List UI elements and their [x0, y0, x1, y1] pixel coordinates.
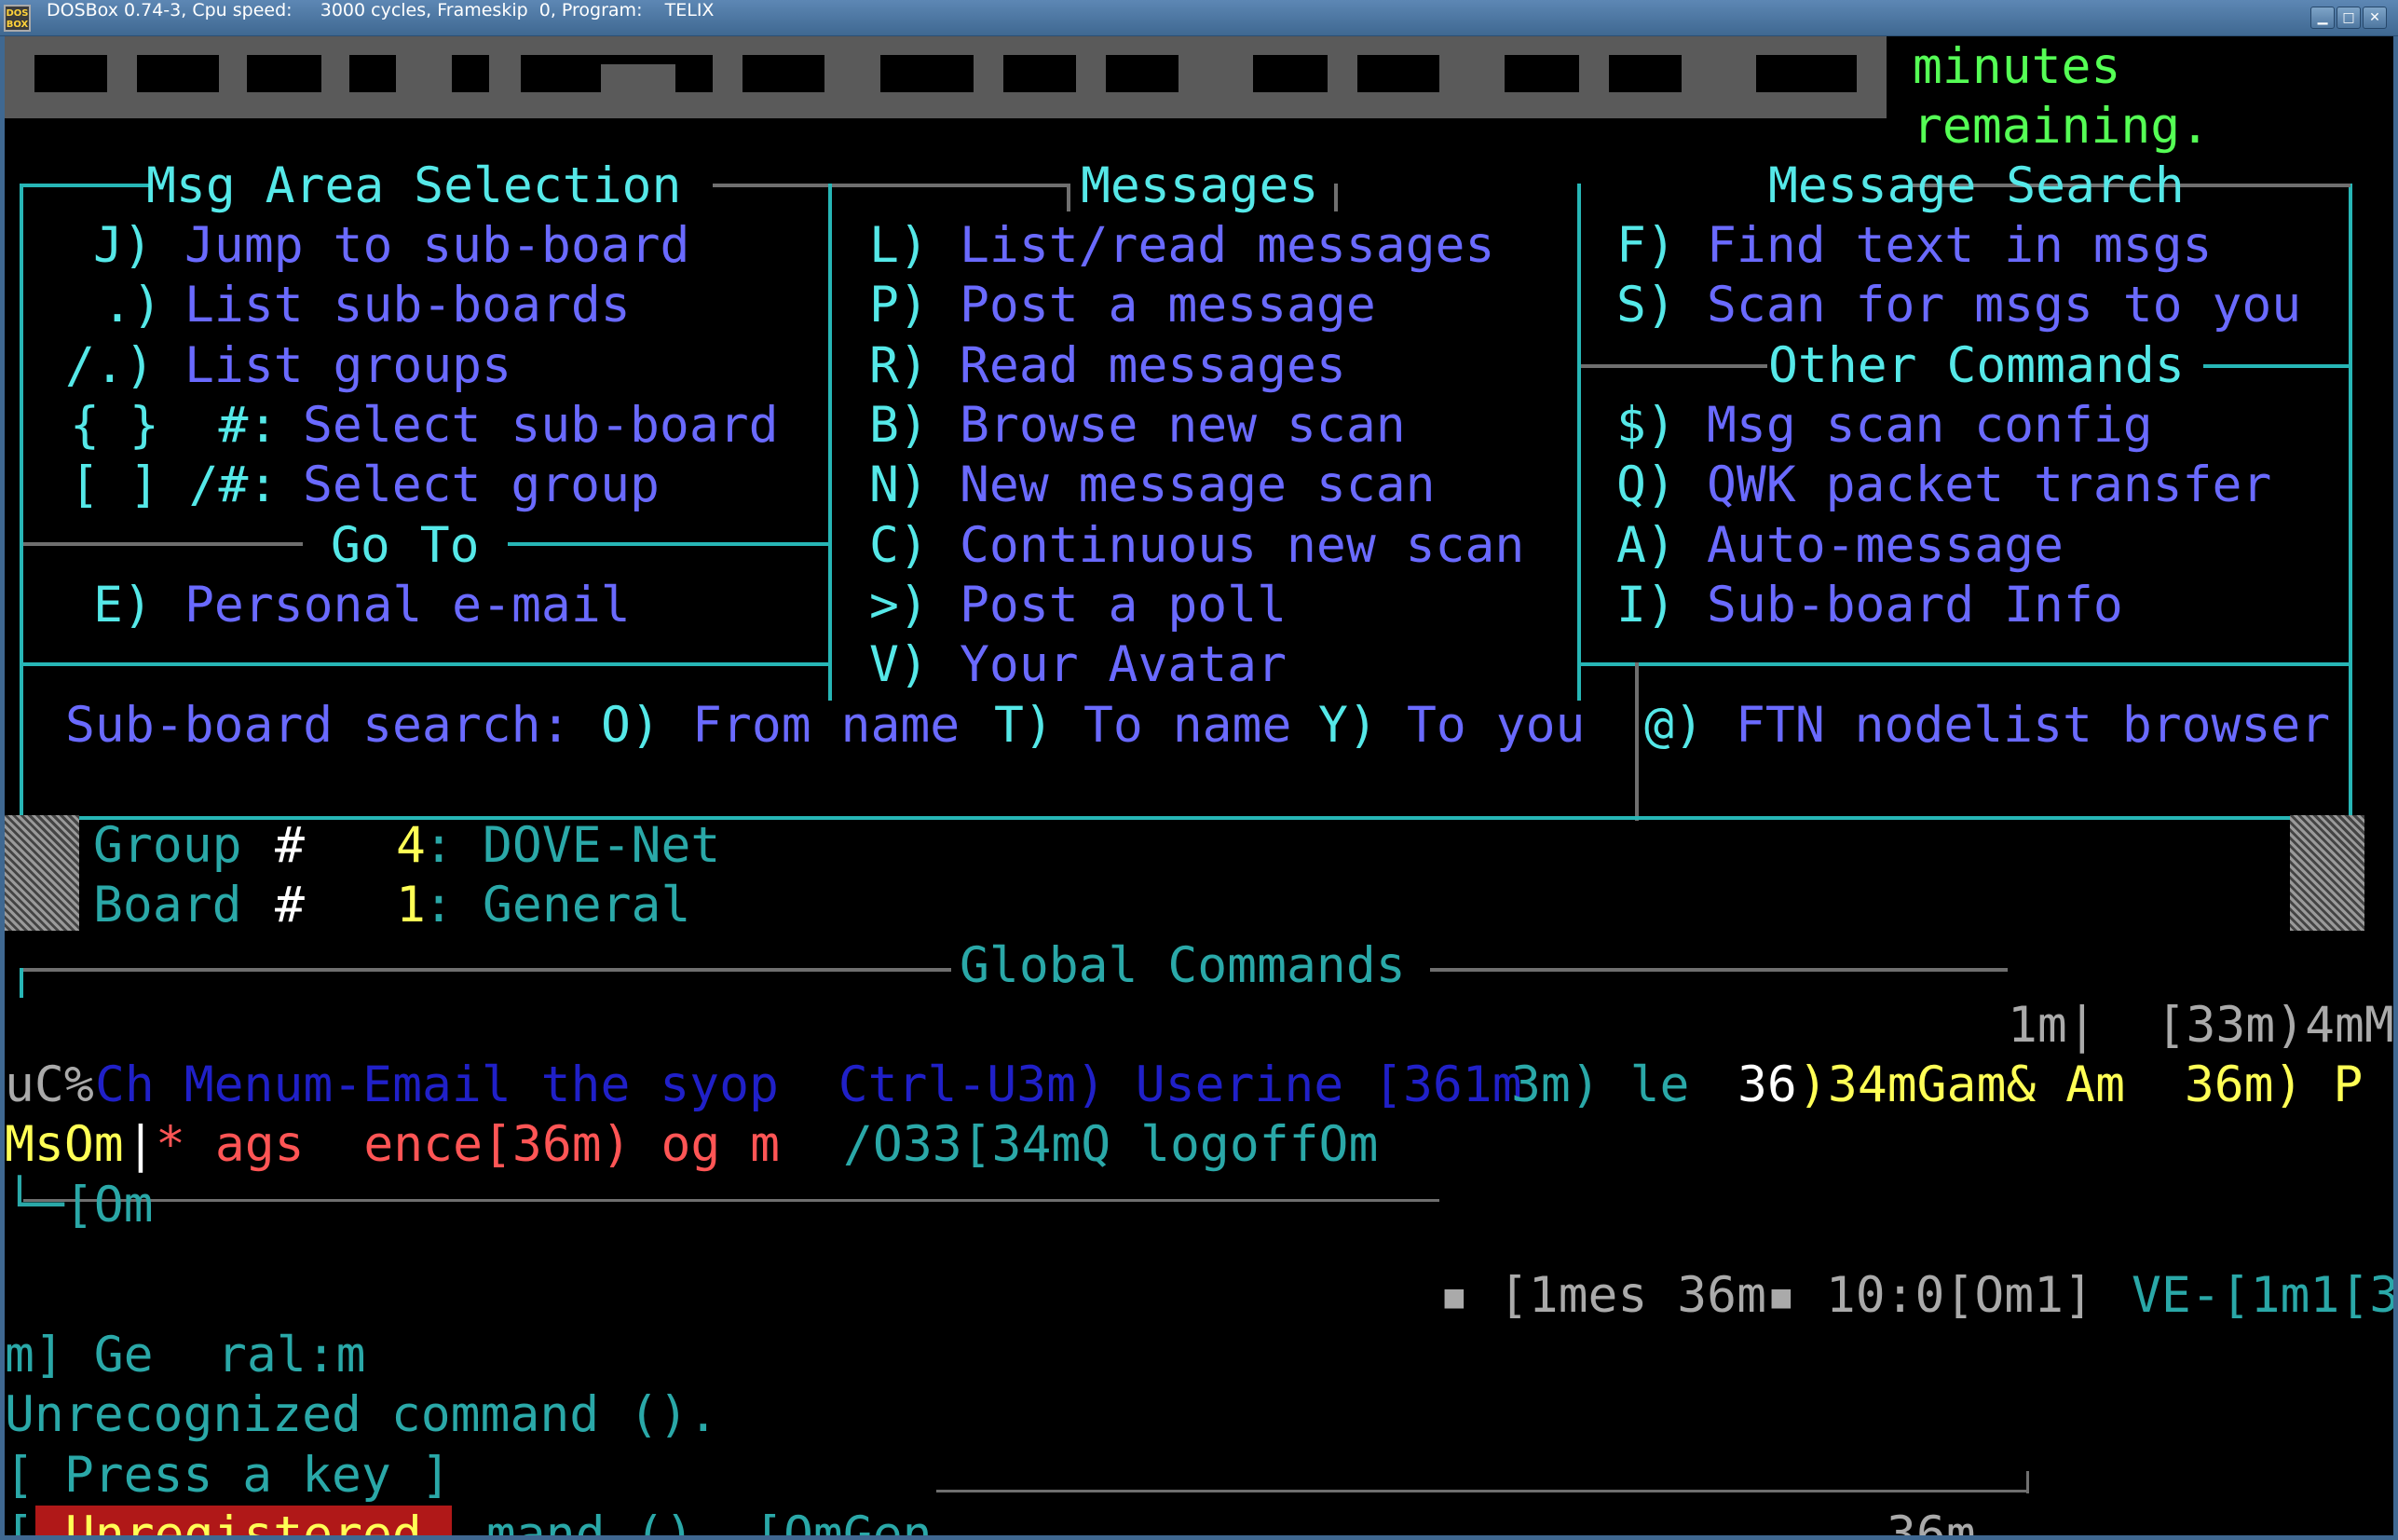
menu-key-select-sub-board[interactable]: { } #:: [70, 396, 278, 456]
menu-item-continuous-new-scan[interactable]: Continuous new scan: [960, 516, 1524, 576]
garbled-line-2e: )34mGam& Am 36m) P: [1798, 1056, 2364, 1113]
menu-item-ftn-nodelist-browser[interactable]: FTN nodelist browser: [1736, 696, 2330, 756]
menu-item-to-name[interactable]: To name: [1083, 696, 1291, 756]
garbled-line-3c: * ags ence[36m) og m: [156, 1116, 810, 1173]
press-a-key-prompt[interactable]: [ Press a key ]: [5, 1446, 451, 1506]
menu-key-sub-board-info[interactable]: I): [1616, 576, 1676, 635]
bottom-line-text: mand (). [OmGen: [456, 1506, 933, 1535]
menu-key-select-group[interactable]: [ ] /#:: [70, 456, 278, 515]
menu-key-qwk[interactable]: Q): [1616, 456, 1676, 515]
board-colon: :: [424, 877, 454, 934]
menu-item-scan-for-msgs[interactable]: Scan for msgs to you: [1707, 276, 2301, 335]
terminal-screen[interactable]: minutes remaining. Msg Area Selection J)…: [5, 36, 2393, 1535]
minutes-text: minutes: [1913, 38, 2121, 95]
garbled-line-5a: ▪ [1mes 36m▪ 10:0[Om1]: [1439, 1267, 2093, 1324]
menu-key-from-name[interactable]: O): [601, 696, 661, 756]
menu-item-read-messages[interactable]: Read messages: [960, 336, 1346, 396]
message-search-title: Message Search: [1768, 157, 2185, 214]
menu-item-new-message-scan[interactable]: New message scan: [960, 456, 1436, 515]
menu-key-new-scan[interactable]: N): [869, 456, 929, 515]
menu-item-to-you[interactable]: To you: [1407, 696, 1585, 756]
menu-key-avatar[interactable]: V): [869, 635, 929, 695]
global-commands-title: Global Commands: [960, 937, 1406, 994]
garbled-line-3d: /O33[34mQ logoffOm: [843, 1116, 1379, 1173]
group-number: 4: [396, 817, 426, 874]
board-hash: #: [275, 877, 305, 934]
board-label: Board: [93, 877, 242, 934]
garbled-line-2c: 3m) le: [1511, 1056, 1720, 1113]
msg-area-title: Msg Area Selection: [146, 157, 682, 214]
menu-key-post[interactable]: P): [869, 276, 929, 335]
sub-board-search-label: Sub-board search:: [65, 697, 571, 754]
menu-item-personal-email[interactable]: Personal e-mail: [184, 576, 631, 635]
menu-item-jump-to-sub-board[interactable]: Jump to sub-board: [184, 216, 689, 276]
group-label: Group: [93, 817, 242, 874]
menu-item-from-name[interactable]: From name: [692, 696, 960, 756]
maximize-button[interactable]: □: [2337, 7, 2361, 29]
menu-item-sub-board-info[interactable]: Sub-board Info: [1707, 576, 2123, 635]
menu-item-select-group[interactable]: Select group: [303, 456, 660, 515]
menu-key-jump[interactable]: J): [93, 216, 153, 276]
menu-item-list-sub-boards[interactable]: List sub-boards: [184, 276, 631, 335]
other-commands-title: Other Commands: [1768, 337, 2185, 394]
board-name: General: [483, 877, 691, 934]
menu-item-auto-message[interactable]: Auto-message: [1707, 516, 2064, 576]
garbled-line-2d: 36: [1737, 1056, 1797, 1113]
menu-key-to-name[interactable]: T): [994, 696, 1054, 756]
menu-key-scan[interactable]: S): [1616, 276, 1676, 335]
menu-item-post-poll[interactable]: Post a poll: [960, 576, 1287, 635]
garbled-line-4: └─[Om: [5, 1177, 154, 1233]
garbled-line-6a: m] Ge: [5, 1327, 154, 1383]
messages-title: Messages: [1081, 157, 1319, 214]
menu-key-browse[interactable]: B): [869, 396, 929, 456]
menu-item-qwk-transfer[interactable]: QWK packet transfer: [1707, 456, 2271, 515]
window-border-right: [2393, 36, 2398, 1540]
menu-key-read[interactable]: R): [869, 336, 929, 396]
menu-key-to-you[interactable]: Y): [1318, 696, 1378, 756]
garbled-line-2b: Ch Menum-Email the syop Ctrl-U3m) Userin…: [95, 1056, 1522, 1113]
unregistered-badge: Unregistered: [35, 1506, 452, 1535]
close-button[interactable]: ✕: [2363, 7, 2387, 29]
menu-key-scan-config[interactable]: $): [1616, 396, 1676, 456]
menu-key-auto-message[interactable]: A): [1616, 516, 1676, 576]
menu-key-find[interactable]: F): [1616, 216, 1676, 276]
garbled-line-3a: MsOm: [5, 1116, 124, 1173]
menu-key-continuous[interactable]: C): [869, 516, 929, 576]
garbled-line-5b: VE-[1m1[36: [2132, 1267, 2393, 1324]
menu-item-select-sub-board[interactable]: Select sub-board: [303, 396, 779, 456]
menu-item-post-message[interactable]: Post a message: [960, 276, 1376, 335]
board-number: 1: [396, 877, 426, 934]
menu-key-poll[interactable]: >): [869, 576, 929, 635]
garbled-line-1: 1m| [33m)4mMn: [2008, 997, 2393, 1054]
group-colon: :: [424, 817, 454, 874]
group-hash: #: [275, 817, 305, 874]
menu-item-find-text[interactable]: Find text in msgs: [1707, 216, 2212, 276]
goto-title: Go To: [331, 517, 480, 574]
unrecognized-command-message: Unrecognized command ().: [5, 1386, 718, 1443]
bottom-line-end: 36m: [1887, 1506, 1976, 1535]
menu-item-your-avatar[interactable]: Your Avatar: [960, 635, 1287, 695]
menu-item-msg-scan-config[interactable]: Msg scan config: [1707, 396, 2153, 456]
bottom-bracket: [: [5, 1506, 34, 1535]
menu-item-list-groups[interactable]: List groups: [184, 336, 511, 396]
menu-key-email[interactable]: E): [93, 576, 153, 635]
menu-key-list-sub-boards[interactable]: .): [102, 276, 162, 335]
window-titlebar[interactable]: DOS BOX DOSBox 0.74-3, Cpu speed: 3000 cy…: [0, 0, 2398, 36]
garbled-line-6b: ral:m: [217, 1327, 366, 1383]
dosbox-icon: DOS BOX: [4, 5, 31, 32]
menu-key-nodelist[interactable]: @): [1644, 696, 1704, 756]
garbled-line-2a: uC%: [5, 1056, 94, 1113]
menu-key-list-read[interactable]: L): [869, 216, 929, 276]
window-border-bottom: [0, 1535, 2398, 1540]
garbled-line-3b: |: [126, 1116, 156, 1173]
status-shade-left: [5, 815, 79, 931]
menu-item-list-read-messages[interactable]: List/read messages: [960, 216, 1494, 276]
minimize-button[interactable]: ▁: [2310, 7, 2335, 29]
menu-key-list-groups[interactable]: /.): [65, 336, 155, 396]
window-title: DOSBox 0.74-3, Cpu speed: 3000 cycles, F…: [47, 0, 715, 20]
menu-item-browse-new-scan[interactable]: Browse new scan: [960, 396, 1406, 456]
status-shade-right: [2290, 815, 2364, 931]
remaining-text: remaining.: [1913, 98, 2211, 155]
group-name: DOVE-Net: [483, 817, 721, 874]
